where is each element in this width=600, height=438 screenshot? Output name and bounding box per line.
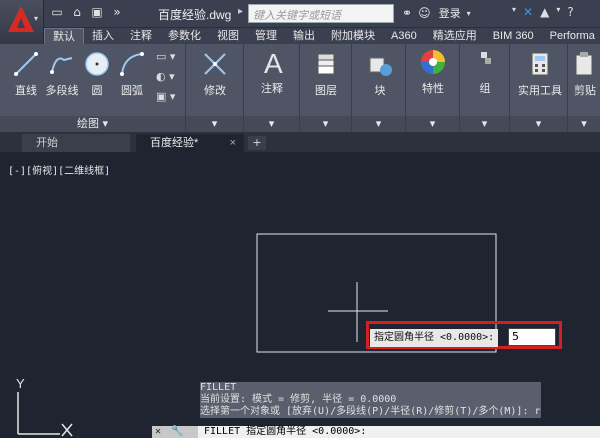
layers-button[interactable]: 图层 bbox=[306, 50, 346, 98]
command-line[interactable]: ✕ 🔧 ⌕ FILLET 指定圆角半径 <0.0000>: bbox=[152, 426, 600, 438]
exchange-icon[interactable]: ✕ bbox=[523, 5, 533, 19]
move-icon bbox=[204, 53, 226, 75]
chevron-down-icon[interactable]: ▾ bbox=[186, 116, 243, 132]
ribbon: 直线 多段线 圆 圆弧 ▭ ▾ ◐ ▾ ▣ ▾ 绘图 ▾ 修改 ▾ A 注释 ▾… bbox=[0, 44, 600, 132]
modify-button[interactable]: 修改 bbox=[194, 50, 236, 98]
line-icon bbox=[14, 52, 38, 76]
chevron-down-icon[interactable]: ▾ bbox=[568, 116, 600, 132]
group-icon bbox=[481, 52, 491, 64]
tab-featured-apps[interactable]: 精选应用 bbox=[425, 28, 485, 44]
tab-manage[interactable]: 管理 bbox=[247, 28, 285, 44]
dropdown-icon[interactable]: ▾ bbox=[556, 5, 560, 19]
close-icon[interactable]: × bbox=[230, 134, 236, 152]
search-expand-icon[interactable]: ▸ bbox=[238, 6, 243, 17]
drawing-canvas[interactable]: [-][俯视][二维线框] Y 指定圆角半径 <0.0000>: 5 FILLE… bbox=[0, 152, 600, 438]
draw-panel-footer[interactable]: 绘图 ▾ bbox=[0, 116, 185, 132]
tab-addins[interactable]: 附加模块 bbox=[323, 28, 383, 44]
hatch-icon[interactable]: ◐ ▾ bbox=[156, 70, 175, 83]
tab-view[interactable]: 视图 bbox=[209, 28, 247, 44]
chevron-down-icon[interactable]: ▾ bbox=[244, 116, 299, 132]
search-input[interactable]: 键入关键字或短语 bbox=[248, 4, 394, 23]
login-button[interactable]: 登录 bbox=[439, 5, 461, 21]
layers-panel: 图层 ▾ bbox=[300, 44, 352, 132]
tab-output[interactable]: 输出 bbox=[285, 28, 323, 44]
tab-insert[interactable]: 插入 bbox=[84, 28, 122, 44]
title-bar: ▭ ⌂ ▣ » 百度经验.dwg ▸ 键入关键字或短语 ⚭ ☺ 登录 ▾ ▾ ✕… bbox=[0, 0, 600, 28]
tab-start[interactable]: 开始 bbox=[22, 134, 130, 152]
user-icon[interactable]: ☺ bbox=[418, 6, 431, 20]
autodesk-icon[interactable]: ▲ bbox=[540, 5, 549, 19]
chevron-down-icon[interactable]: ▾ bbox=[352, 116, 405, 132]
chevron-down-icon[interactable]: ▾ bbox=[406, 116, 459, 132]
annotation-panel: A 注释 ▾ bbox=[244, 44, 300, 132]
dropdown-icon[interactable]: ▾ bbox=[512, 5, 516, 19]
history-line: 选择第一个对象或 [放弃(U)/多段线(P)/半径(R)/修剪(T)/多个(M)… bbox=[200, 406, 541, 418]
text-a-icon: A bbox=[264, 48, 283, 76]
clipboard-button[interactable]: 剪贴 bbox=[570, 50, 600, 98]
new-tab-button[interactable]: + bbox=[248, 136, 266, 150]
utilities-panel: 实用工具 ▾ bbox=[510, 44, 568, 132]
tab-performance[interactable]: Performa bbox=[542, 28, 600, 44]
layers-icon bbox=[317, 53, 335, 75]
chevron-down-icon[interactable]: ▾ bbox=[467, 9, 471, 18]
line-tool[interactable]: 直线 bbox=[10, 50, 42, 98]
application-menu-button[interactable]: ▾ bbox=[0, 0, 44, 44]
binoculars-icon[interactable]: ⚭ bbox=[402, 6, 412, 20]
history-line: FILLET bbox=[200, 382, 541, 394]
calculator-icon bbox=[531, 52, 549, 76]
quick-access-toolbar: ▭ ⌂ ▣ » bbox=[50, 5, 124, 19]
new-file-icon[interactable]: ▭ bbox=[50, 5, 64, 19]
clipboard-panel: 剪贴 ▾ bbox=[568, 44, 600, 132]
block-icon bbox=[369, 57, 392, 76]
tab-parametric[interactable]: 参数化 bbox=[160, 28, 209, 44]
dynamic-input-prompt: 指定圆角半径 <0.0000>: bbox=[370, 329, 499, 347]
open-file-icon[interactable]: ⌂ bbox=[70, 5, 84, 19]
history-line: 当前设置: 模式 = 修剪, 半径 = 0.0000 bbox=[200, 394, 541, 406]
draw-panel: 直线 多段线 圆 圆弧 ▭ ▾ ◐ ▾ ▣ ▾ 绘图 ▾ bbox=[0, 44, 186, 132]
color-wheel-icon bbox=[421, 50, 445, 74]
file-tabs: 开始 百度经验* × + bbox=[0, 132, 600, 152]
help-icon[interactable]: ? bbox=[567, 5, 573, 19]
circle-tool[interactable]: 圆 bbox=[82, 50, 112, 98]
modify-panel: 修改 ▾ bbox=[186, 44, 244, 132]
arc-tool[interactable]: 圆弧 bbox=[116, 50, 148, 98]
command-line-buttons[interactable]: ✕ 🔧 ⌕ bbox=[152, 426, 198, 438]
document-title: 百度经验.dwg bbox=[158, 8, 232, 22]
group-button[interactable]: 组 bbox=[468, 48, 502, 96]
clipboard-icon bbox=[575, 52, 593, 76]
ribbon-tabs: 默认 插入 注释 参数化 视图 管理 输出 附加模块 A360 精选应用 BIM… bbox=[44, 28, 600, 44]
tab-a360[interactable]: A360 bbox=[383, 28, 425, 44]
tab-bim360[interactable]: BIM 360 bbox=[485, 28, 542, 44]
region-icon[interactable]: ▣ ▾ bbox=[156, 90, 175, 103]
group-panel: 组 ▾ bbox=[460, 44, 510, 132]
arc-icon bbox=[120, 52, 144, 76]
window-controls: ▾ ✕ ▲ ▾ ? bbox=[512, 5, 574, 19]
chevron-down-icon[interactable]: ▾ bbox=[510, 116, 567, 132]
chevron-down-icon[interactable]: ▾ bbox=[300, 116, 351, 132]
save-icon[interactable]: ▣ bbox=[90, 5, 104, 19]
account-area: ⚭ ☺ 登录 ▾ bbox=[402, 5, 471, 21]
svg-text:A: A bbox=[264, 48, 283, 76]
annotation-button[interactable]: A 注释 bbox=[252, 48, 292, 96]
polyline-icon bbox=[50, 57, 73, 74]
more-icon[interactable]: » bbox=[110, 5, 124, 19]
chevron-down-icon[interactable]: ▾ bbox=[460, 116, 509, 132]
command-line-text[interactable]: FILLET 指定圆角半径 <0.0000>: bbox=[204, 426, 366, 438]
properties-panel: 特性 ▾ bbox=[406, 44, 460, 132]
utilities-button[interactable]: 实用工具 bbox=[514, 50, 566, 98]
ucs-y-label: Y bbox=[16, 376, 25, 391]
tab-default[interactable]: 默认 bbox=[44, 28, 84, 44]
fillet-radius-input[interactable]: 5 bbox=[508, 328, 556, 346]
tab-document[interactable]: 百度经验* × bbox=[136, 134, 244, 152]
rectangle-icon[interactable]: ▭ ▾ bbox=[156, 50, 175, 63]
circle-icon bbox=[85, 52, 109, 76]
tab-annotate[interactable]: 注释 bbox=[122, 28, 160, 44]
chevron-down-icon: ▾ bbox=[34, 14, 39, 23]
command-history: FILLET 当前设置: 模式 = 修剪, 半径 = 0.0000 选择第一个对象或… bbox=[200, 382, 541, 418]
block-panel: 块 ▾ bbox=[352, 44, 406, 132]
block-button[interactable]: 块 bbox=[360, 50, 400, 98]
ucs-icon bbox=[17, 392, 73, 437]
polyline-tool[interactable]: 多段线 bbox=[44, 50, 80, 98]
properties-button[interactable]: 特性 bbox=[412, 48, 454, 96]
